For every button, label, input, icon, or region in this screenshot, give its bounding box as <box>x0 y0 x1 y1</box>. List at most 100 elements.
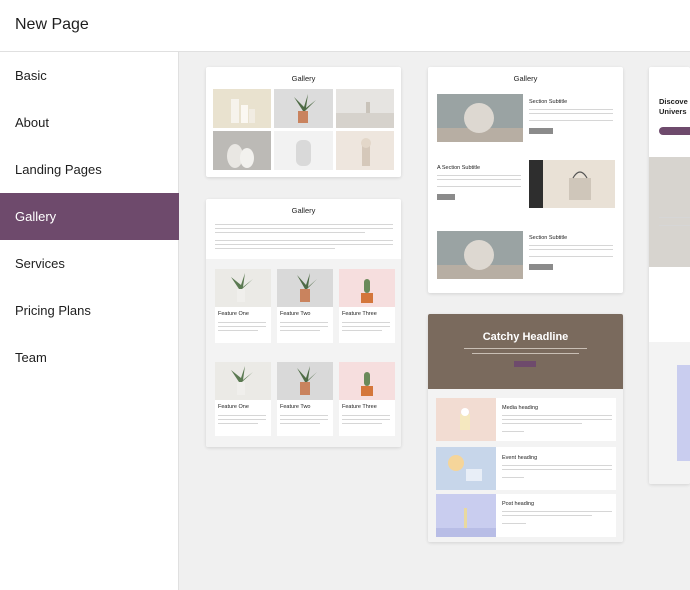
gallery-image-plant <box>274 89 333 128</box>
text-line <box>502 523 526 524</box>
feature-heading: Feature Three <box>342 404 377 410</box>
sidebar-item-label: Pricing Plans <box>15 303 91 318</box>
section-image-speaker <box>437 94 523 142</box>
text-line <box>529 245 613 246</box>
partial-lower-image <box>677 365 690 461</box>
sidebar-item-team[interactable]: Team <box>0 334 179 381</box>
text-line <box>437 179 521 180</box>
list-item-image <box>436 447 496 490</box>
text-line <box>464 348 587 349</box>
gallery-image-shelf <box>336 89 394 128</box>
text-line <box>342 322 390 323</box>
text-line <box>218 419 266 420</box>
list-item-image <box>436 494 496 537</box>
text-line <box>502 415 612 416</box>
hero-headline: Catchy Headline <box>482 331 569 343</box>
text-line <box>215 244 393 245</box>
list-item-heading: Post heading <box>502 501 535 507</box>
pattern-title: Gallery <box>291 206 316 215</box>
feature-image <box>339 269 395 307</box>
text-line <box>215 232 365 233</box>
section-image-bag <box>529 160 615 208</box>
pattern-category-sidebar: Basic About Landing Pages Gallery Servic… <box>0 52 179 590</box>
sidebar-item-label: About <box>15 115 49 130</box>
text-line <box>502 515 592 516</box>
sidebar-item-basic[interactable]: Basic <box>0 52 179 99</box>
text-line <box>529 256 613 257</box>
text-line <box>215 248 335 249</box>
text-line <box>215 224 393 225</box>
text-line <box>659 225 690 226</box>
text-line <box>502 423 582 424</box>
pattern-gallery-grid[interactable]: Gallery <box>206 67 401 177</box>
text-line <box>280 330 320 331</box>
pattern-discover-partial[interactable]: Discove Univers <box>649 67 690 484</box>
gallery-image-lamp <box>336 131 394 170</box>
pattern-title: Gallery <box>513 74 538 83</box>
sidebar-item-landing-pages[interactable]: Landing Pages <box>0 146 179 193</box>
gallery-image-vases <box>213 89 271 128</box>
text-line <box>342 415 390 416</box>
sidebar-item-label: Landing Pages <box>15 162 102 177</box>
text-line <box>529 109 613 110</box>
section-heading: Section Subtitle <box>529 235 568 241</box>
text-line <box>437 186 521 187</box>
partial-button <box>659 127 690 135</box>
feature-image <box>215 269 271 307</box>
sidebar-item-pricing-plans[interactable]: Pricing Plans <box>0 287 179 334</box>
feature-image <box>277 362 333 400</box>
text-line <box>218 423 258 424</box>
text-line <box>280 326 328 327</box>
sidebar-item-gallery[interactable]: Gallery <box>0 193 179 240</box>
list-item-image <box>436 398 496 441</box>
sidebar-item-label: Services <box>15 256 65 271</box>
text-line <box>529 113 613 114</box>
sidebar-item-about[interactable]: About <box>0 99 179 146</box>
section-image-speaker <box>437 231 523 279</box>
sidebar-item-services[interactable]: Services <box>0 240 179 287</box>
text-line <box>218 322 266 323</box>
page-title: New Page <box>15 16 89 33</box>
text-line <box>342 326 390 327</box>
section-button <box>437 194 455 200</box>
sidebar-item-label: Basic <box>15 68 47 83</box>
text-line <box>342 423 382 424</box>
feature-heading: Feature One <box>218 311 249 317</box>
partial-headline-line2: Univers <box>659 107 687 116</box>
text-line <box>280 415 328 416</box>
sidebar-item-label: Gallery <box>15 209 57 224</box>
text-line <box>218 326 266 327</box>
text-line <box>342 419 390 420</box>
gallery-image-white-vases <box>213 131 271 170</box>
pattern-title: Gallery <box>291 74 316 83</box>
text-line <box>218 330 258 331</box>
list-item-heading: Media heading <box>502 405 539 411</box>
pattern-gallery-features[interactable]: Gallery Feature One Feature Two Feature … <box>206 199 401 447</box>
feature-heading: Feature Two <box>280 311 311 317</box>
partial-image <box>649 157 690 267</box>
text-line <box>280 423 320 424</box>
text-line <box>215 240 393 241</box>
text-line <box>529 249 613 250</box>
hero-banner <box>428 314 623 389</box>
feature-image <box>339 362 395 400</box>
feature-heading: Feature Three <box>342 311 377 317</box>
pattern-preview-area: Gallery Gallery Feature One Feature Two … <box>179 52 690 590</box>
text-line <box>342 330 382 331</box>
gallery-image-speaker <box>274 131 333 170</box>
text-line <box>502 469 612 470</box>
text-line <box>659 217 690 218</box>
hero-button <box>514 361 536 367</box>
text-line <box>215 228 393 229</box>
section-heading: A Section Subtitle <box>437 165 481 171</box>
feature-image <box>277 269 333 307</box>
feature-heading: Feature One <box>218 404 249 410</box>
text-line <box>502 431 524 432</box>
text-line <box>529 120 613 121</box>
partial-headline-line1: Discove <box>659 97 688 106</box>
pattern-catchy-headline[interactable]: Catchy Headline Media heading Event head… <box>428 314 623 542</box>
text-line <box>280 322 328 323</box>
text-line <box>472 353 579 354</box>
pattern-gallery-sections[interactable]: Gallery Section Subtitle A Section Subti… <box>428 67 623 293</box>
text-line <box>502 477 524 478</box>
